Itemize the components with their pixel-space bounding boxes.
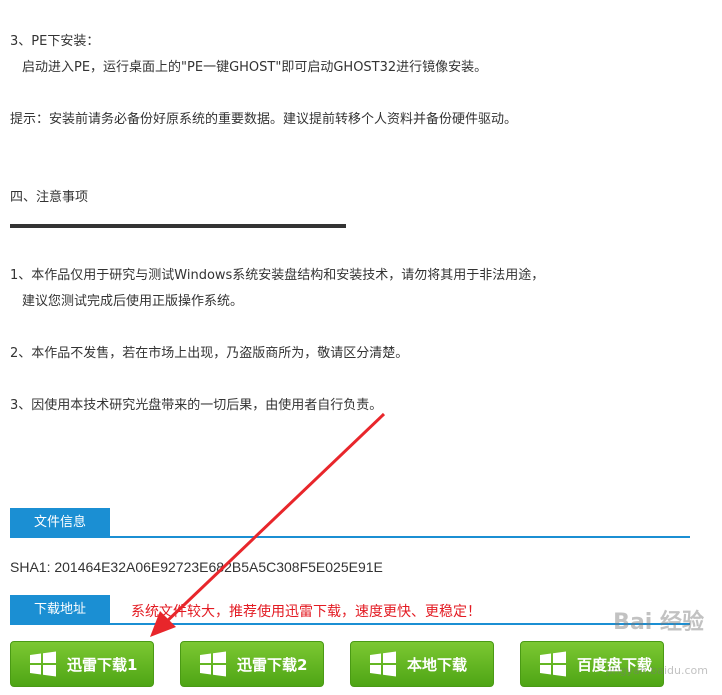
windows-icon [540, 651, 566, 677]
thunder-download-1-button[interactable]: 迅雷下载1 [10, 641, 154, 687]
sha1-value: SHA1: 201464E32A06E92723E682B5A5C308F5E0… [10, 559, 383, 575]
file-info-bar: 文件信息 [10, 508, 690, 538]
download-hint: 系统文件较大，推荐使用迅雷下载，速度更快、更稳定！ [131, 604, 481, 620]
notes-heading: 四、注意事项 [10, 190, 89, 205]
thunder-download-2-button[interactable]: 迅雷下载2 [180, 641, 324, 687]
file-info-rule [10, 536, 690, 538]
install-tip: 提示：安装前请务必备份好原系统的重要数据。建议提前转移个人资料并备份硬件驱动。 [10, 112, 518, 127]
section-divider [10, 224, 346, 228]
download-rule [10, 623, 690, 625]
windows-icon [200, 651, 226, 677]
install-step3-text: 启动进入PE，运行桌面上的"PE一键GHOST"即可启动GHOST32进行镜像安… [22, 60, 488, 75]
notes-item-2: 2、本作品不发售，若在市场上出现，乃盗版商所为，敬请区分清楚。 [10, 346, 409, 361]
file-info-tab: 文件信息 [10, 508, 110, 538]
watermark-url: jingyan.baidu.com [606, 664, 708, 677]
notes-item-1-line-2: 建议您测试完成后使用正版操作系统。 [22, 294, 244, 309]
thunder-download-2-label: 迅雷下载2 [237, 655, 308, 674]
baidu-jingyan-watermark: Bai 经验 [613, 610, 704, 635]
windows-icon [30, 651, 56, 677]
install-step3-title: 3、PE下安装： [10, 34, 100, 49]
download-tab: 下载地址 [10, 595, 110, 625]
local-download-button[interactable]: 本地下载 [350, 641, 494, 687]
local-download-label: 本地下载 [407, 655, 468, 674]
windows-icon [370, 651, 396, 677]
notes-item-3: 3、因使用本技术研究光盘带来的一切后果，由使用者自行负责。 [10, 398, 383, 413]
notes-item-1-line-1: 1、本作品仅用于研究与测试Windows系统安装盘结构和安装技术，请勿将其用于非… [10, 268, 545, 283]
thunder-download-1-label: 迅雷下载1 [67, 655, 138, 674]
